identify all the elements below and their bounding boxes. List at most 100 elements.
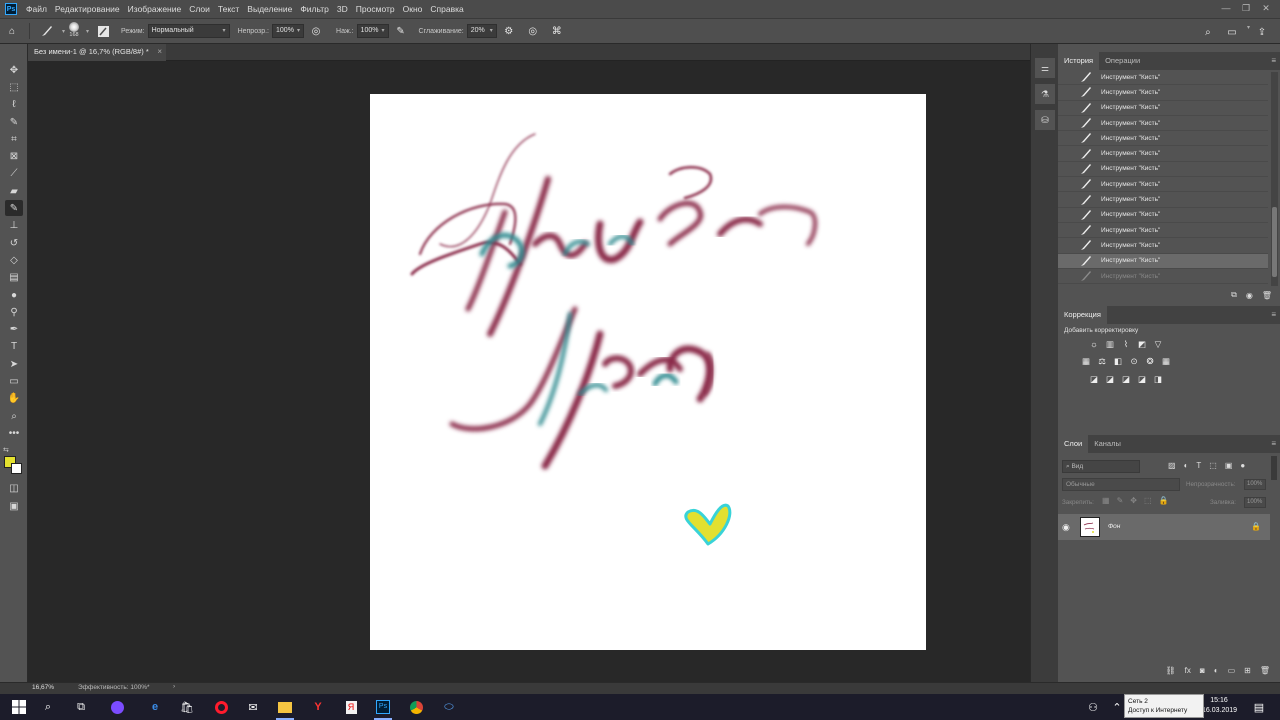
document-tab[interactable]: Без имени-1 @ 16,7% (RGB/8#) * × [28, 44, 166, 61]
menu-view[interactable]: Просмотр [356, 4, 395, 14]
windows-start-icon[interactable] [10, 698, 28, 716]
airbrush-icon[interactable]: ✎ [393, 23, 409, 39]
menu-edit[interactable]: Редактирование [55, 4, 120, 14]
history-entry[interactable]: Инструмент "Кисть" [1058, 223, 1268, 239]
stamp-icon[interactable]: ⊥ [5, 217, 23, 233]
task-view-icon[interactable]: ⧉ [72, 698, 90, 716]
exposure-icon[interactable]: ◩ [1136, 339, 1148, 350]
more-icon[interactable]: ••• [5, 425, 23, 441]
zoom-icon[interactable]: ⌕ [5, 408, 23, 424]
lock-all-icon[interactable]: 🔒 [1159, 496, 1169, 505]
chrome-icon[interactable] [407, 698, 425, 716]
history-entry[interactable]: Инструмент "Кисть" [1058, 238, 1268, 254]
move-icon[interactable]: ✥ [5, 62, 23, 78]
new-adjustment-icon[interactable]: ◐ [1214, 666, 1219, 675]
snapshot-source-checkbox[interactable] [1060, 255, 1072, 267]
crop-icon[interactable]: ⌗ [5, 131, 23, 147]
scrollbar-thumb[interactable] [1272, 207, 1277, 277]
tab-history[interactable]: История [1058, 52, 1100, 70]
snapshot-source-checkbox[interactable] [1060, 132, 1072, 144]
history-entry[interactable]: Инструмент "Кисть" [1058, 192, 1268, 208]
curves-icon[interactable]: ⌇ [1120, 339, 1132, 350]
dodge-icon[interactable]: ⚲ [5, 304, 23, 320]
system-clock[interactable]: 15:16 16.03.2019 [1202, 696, 1237, 716]
brush-size-dropdown-icon[interactable]: ▾ [86, 28, 89, 35]
background-color-swatch[interactable] [11, 463, 22, 474]
hand-icon[interactable]: ✋ [5, 390, 23, 406]
opera-icon[interactable] [212, 698, 230, 716]
brightness-icon[interactable]: ☼ [1088, 339, 1100, 350]
history-entry[interactable]: Инструмент "Кисть" [1058, 85, 1268, 101]
history-entry[interactable]: Инструмент "Кисть" [1058, 146, 1268, 162]
history-brush-icon[interactable]: ↺ [5, 235, 23, 251]
libraries-icon[interactable]: ⛁ [1035, 110, 1055, 130]
gradient-icon[interactable]: ▤ [5, 269, 23, 285]
color-lookup-icon[interactable]: ▦ [1160, 356, 1172, 367]
snapshot-source-checkbox[interactable] [1060, 148, 1072, 160]
snapshot-source-checkbox[interactable] [1060, 117, 1072, 129]
eyedropper-icon[interactable]: ⟋ [5, 165, 23, 181]
menu-type[interactable]: Текст [218, 4, 239, 14]
history-entry[interactable]: Инструмент "Кисть" [1058, 269, 1268, 285]
smoothing-input[interactable]: 20% ▾ [466, 24, 497, 38]
vibrance-icon[interactable]: ▽ [1152, 339, 1164, 350]
home-icon[interactable]: ⌂ [4, 23, 20, 39]
visibility-eye-icon[interactable]: ◉ [1062, 522, 1072, 532]
document-canvas[interactable] [370, 94, 926, 650]
hue-saturation-icon[interactable]: ▦ [1080, 356, 1092, 367]
filter-adjustment-icon[interactable]: ◐ [1184, 461, 1189, 470]
snapshot-source-checkbox[interactable] [1060, 178, 1072, 190]
lasso-icon[interactable]: ℓ [5, 96, 23, 112]
history-scrollbar[interactable] [1271, 72, 1278, 286]
snapshot-source-checkbox[interactable] [1060, 194, 1072, 206]
file-explorer-icon[interactable] [276, 698, 294, 716]
layer-filter-select[interactable]: ⌕ Вид [1062, 460, 1140, 473]
menu-window[interactable]: Окно [403, 4, 423, 14]
menu-image[interactable]: Изображение [128, 4, 182, 14]
tab-layers[interactable]: Слои [1058, 435, 1089, 453]
snapshot-source-checkbox[interactable] [1060, 86, 1072, 98]
minimize-button[interactable]: — [1216, 2, 1236, 14]
yandex-browser-icon[interactable]: Y [309, 698, 327, 716]
history-entry[interactable]: Инструмент "Кисть" [1058, 208, 1268, 223]
brush-settings-panel-icon[interactable] [95, 23, 111, 39]
snapshot-source-checkbox[interactable] [1060, 224, 1072, 236]
app-icon[interactable]: ⬭ [440, 698, 458, 716]
quick-mask-icon[interactable]: ◫ [5, 480, 23, 496]
lock-pixels-icon[interactable]: ✎ [1117, 496, 1124, 505]
filter-smart-object-icon[interactable]: ▣ [1225, 461, 1233, 470]
filter-type-icon[interactable]: T [1196, 461, 1201, 470]
eraser-icon[interactable]: ◇ [5, 252, 23, 268]
lock-position-icon[interactable]: ✥ [1130, 496, 1137, 505]
history-entry[interactable]: Инструмент "Кисть" [1058, 253, 1268, 269]
rectangle-icon[interactable]: ▭ [5, 373, 23, 389]
threshold-icon[interactable]: ◪ [1120, 374, 1132, 385]
edge-icon[interactable]: e [146, 698, 164, 716]
layer-row[interactable]: ◉ Фон 🔒 [1058, 514, 1270, 540]
flow-input[interactable]: 100% ▾ [356, 24, 389, 38]
menu-3d[interactable]: 3D [337, 4, 348, 14]
menu-layers[interactable]: Слои [189, 4, 210, 14]
screen-mode-icon[interactable]: ▣ [5, 498, 23, 514]
black-white-icon[interactable]: ◧ [1112, 356, 1124, 367]
photo-filter-icon[interactable]: ⊙ [1128, 356, 1140, 367]
panel-menu-icon[interactable]: ≡ [1271, 310, 1276, 319]
new-document-from-state-icon[interactable]: ⧉ [1231, 290, 1237, 300]
opacity-input[interactable]: 100% ▾ [272, 24, 305, 38]
history-entry[interactable]: Инструмент "Кисть" [1058, 116, 1268, 132]
trash-icon[interactable]: 🗑 [1260, 666, 1270, 675]
filter-shape-icon[interactable]: ⬚ [1209, 461, 1217, 470]
brush-icon[interactable]: ✎ [5, 200, 23, 216]
blur-icon[interactable]: ● [5, 287, 23, 303]
snapshot-source-checkbox[interactable] [1060, 71, 1072, 83]
pressure-size-icon[interactable]: ◎ [525, 23, 541, 39]
link-layers-icon[interactable]: ⛓ [1166, 666, 1176, 675]
mail-icon[interactable]: ✉ [244, 698, 262, 716]
healing-icon[interactable]: ▰ [5, 183, 23, 199]
layer-fill-input[interactable]: 100% [1244, 497, 1266, 508]
close-icon[interactable]: × [157, 44, 162, 60]
channel-mixer-icon[interactable]: ❂ [1144, 356, 1156, 367]
panel-menu-icon[interactable]: ≡ [1271, 56, 1276, 65]
mode-select[interactable]: Нормальный ▾ [147, 24, 230, 38]
history-entry[interactable]: Инструмент "Кисть" [1058, 70, 1268, 86]
